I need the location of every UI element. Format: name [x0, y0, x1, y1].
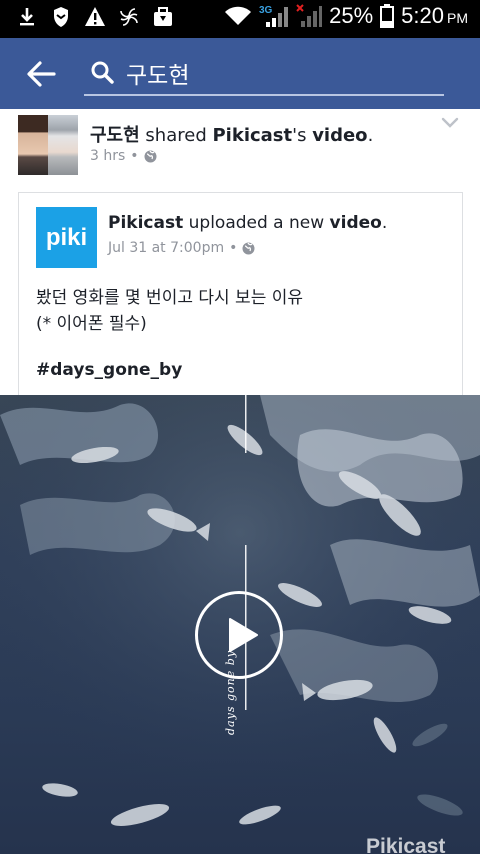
clock-time: 5:20: [401, 3, 444, 28]
avatar[interactable]: [18, 115, 78, 175]
shield-icon: [54, 7, 68, 27]
chevron-down-icon: [441, 117, 459, 128]
video-watermark: Pikicast: [366, 835, 446, 854]
title-period: .: [367, 125, 374, 146]
action-word: shared: [145, 125, 207, 146]
system-status: 3G 25% 5:20 PM: [223, 3, 468, 29]
globe-icon: [144, 150, 157, 162]
shared-page-name[interactable]: Pikicast: [108, 213, 183, 233]
shared-meta-separator: •: [229, 240, 238, 256]
hashtag-link[interactable]: #days_gone_by: [36, 360, 182, 380]
avatar-photo-left: [18, 115, 48, 175]
post-options-button[interactable]: [440, 115, 460, 131]
network-label: 3G: [259, 5, 273, 16]
shared-post-title: Pikicast uploaded a new video.: [108, 213, 387, 233]
shared-object-link[interactable]: video: [330, 213, 382, 233]
video-player[interactable]: days gone by Pikicast: [0, 395, 480, 854]
post-text: 봤던 영화를 몇 번이고 다시 보는 이유 (* 이어폰 필수): [36, 285, 446, 337]
post-header: 구도현 shared Pikicast's video. 3 hrs •: [0, 109, 480, 184]
pinwheel-icon: [120, 8, 138, 26]
clock-ampm: PM: [447, 10, 468, 26]
battery-icon: [380, 4, 395, 28]
author-name[interactable]: 구도현: [90, 125, 140, 146]
back-button[interactable]: [26, 60, 56, 88]
avatar-photo-right: [48, 115, 78, 175]
object-link[interactable]: video: [312, 125, 367, 146]
post-title: 구도현 shared Pikicast's video.: [90, 121, 373, 147]
wifi-icon: [225, 6, 252, 25]
post-meta: 3 hrs •: [90, 148, 157, 164]
shared-post-card: piki Pikicast uploaded a new video. Jul …: [18, 192, 463, 403]
signal-off-icon: [296, 4, 323, 27]
search-header: 구도현: [0, 38, 480, 109]
status-bar: 3G 25% 5:20 PM: [0, 0, 480, 38]
post-text-line-1: 봤던 영화를 몇 번이고 다시 보는 이유: [36, 288, 304, 308]
battery-percent: 25%: [329, 3, 374, 28]
shared-title-period: .: [381, 213, 388, 233]
clock: 5:20 PM: [401, 3, 468, 29]
pikicast-logo[interactable]: piki: [36, 207, 97, 268]
search-query: 구도현: [126, 63, 190, 89]
post-text-line-2: (* 이어폰 필수): [36, 314, 147, 334]
search-input[interactable]: 구도현: [84, 50, 444, 96]
signal-3g-icon: 3G: [259, 5, 289, 27]
logo-text: piki: [45, 223, 88, 251]
shared-action: uploaded a new: [188, 213, 325, 233]
arrow-left-icon: [27, 61, 56, 87]
shared-post-date[interactable]: Jul 31 at 7:00pm: [108, 240, 224, 256]
shared-post-meta: Jul 31 at 7:00pm •: [108, 240, 255, 256]
globe-icon: [242, 242, 255, 254]
briefcase-icon: [154, 7, 172, 26]
meta-separator: •: [130, 148, 139, 164]
download-icon: [20, 8, 34, 26]
video-caption: days gone by: [224, 650, 237, 735]
possessive: 's: [292, 125, 307, 146]
search-icon: [91, 61, 114, 84]
notification-icons: [16, 5, 174, 29]
post-time[interactable]: 3 hrs: [90, 148, 125, 164]
warning-icon: [85, 7, 105, 26]
page-name[interactable]: Pikicast: [212, 125, 292, 146]
